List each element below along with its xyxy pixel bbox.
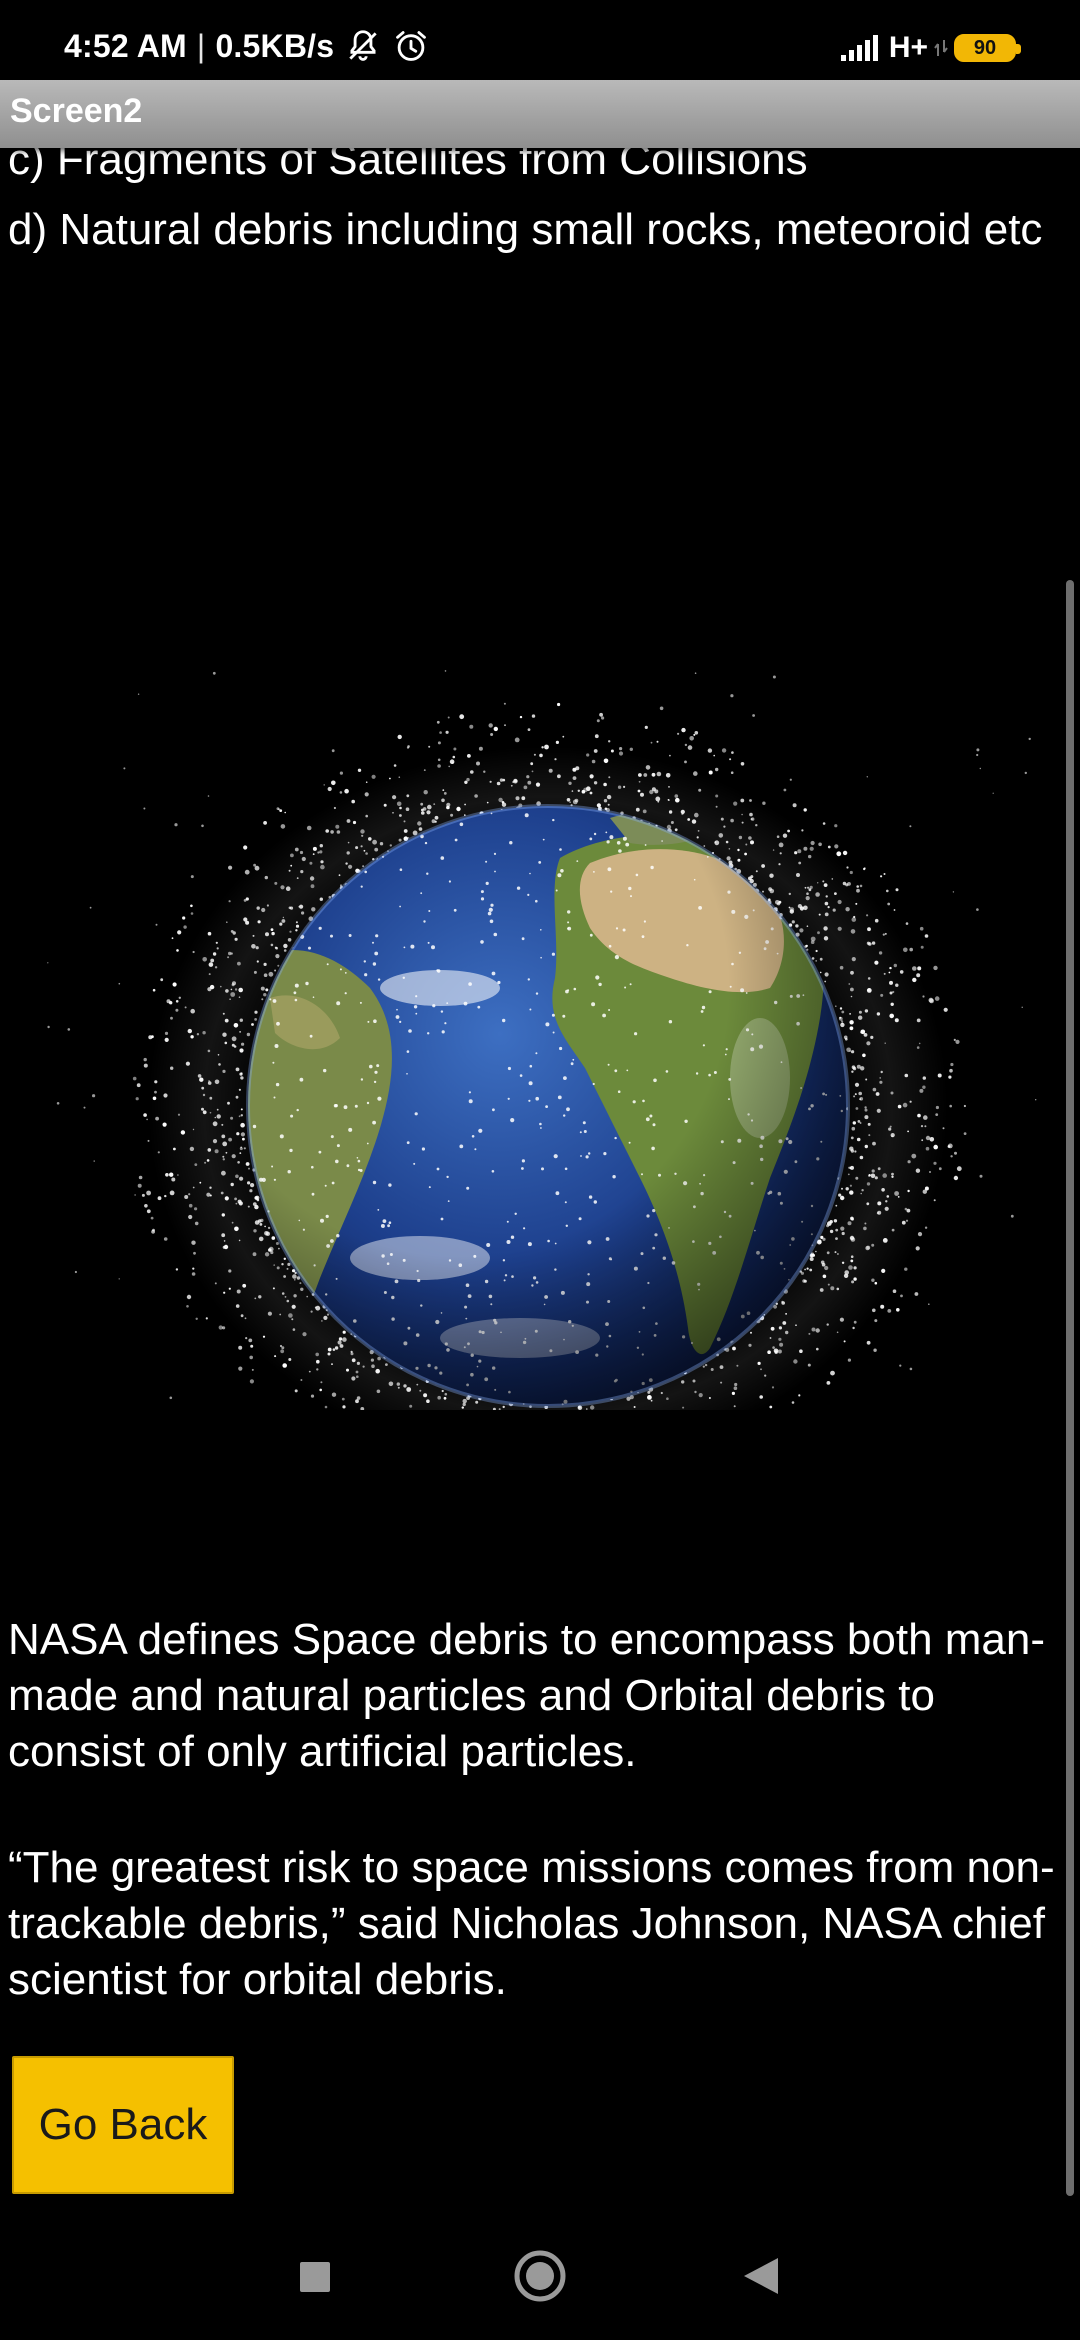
list-item-d: d) Natural debris including small rocks,… — [8, 205, 1043, 254]
paragraph-quote: “The greatest risk to space missions com… — [8, 1843, 1055, 2004]
signal-icon — [840, 35, 878, 61]
back-triangle-icon[interactable] — [700, 2210, 820, 2340]
alarm-icon — [396, 31, 427, 61]
status-right: H+ 90 — [839, 28, 1021, 68]
paragraph-definition: NASA defines Space debris to encompass b… — [8, 1615, 1046, 1776]
scrollbar[interactable] — [1066, 580, 1074, 2196]
go-back-button[interactable]: Go Back — [12, 2056, 234, 2194]
recents-square-icon[interactable] — [256, 2210, 376, 2340]
screen: 4:52 AM | 0.5KB/s H+ 90 Screen2 c) Fragm… — [0, 0, 1080, 2340]
status-net-speed: 0.5KB/s — [215, 27, 335, 64]
battery-icon: 90 — [954, 34, 1021, 62]
app-title: Screen2 — [10, 92, 143, 130]
notifications-off-icon — [349, 30, 377, 61]
content-scroll-area[interactable]: c) Fragments of Satellites from Collisio… — [0, 148, 1080, 2210]
network-type: H+ — [888, 31, 928, 64]
list-item-c: c) Fragments of Satellites from Collisio… — [8, 148, 808, 184]
battery-level: 90 — [973, 36, 997, 59]
earth-space-debris-image — [0, 658, 1080, 1466]
status-left: 4:52 AM | 0.5KB/s — [64, 26, 430, 66]
status-bar: 4:52 AM | 0.5KB/s H+ 90 — [0, 0, 1080, 80]
home-circle-icon[interactable] — [480, 2210, 600, 2340]
earth-illustration — [47, 670, 1037, 1466]
app-bar: Screen2 — [0, 80, 1080, 148]
navigation-bar — [0, 2210, 1080, 2340]
status-time: 4:52 AM — [64, 27, 187, 64]
data-activity-icon — [934, 40, 948, 56]
status-separator: | — [196, 27, 206, 64]
